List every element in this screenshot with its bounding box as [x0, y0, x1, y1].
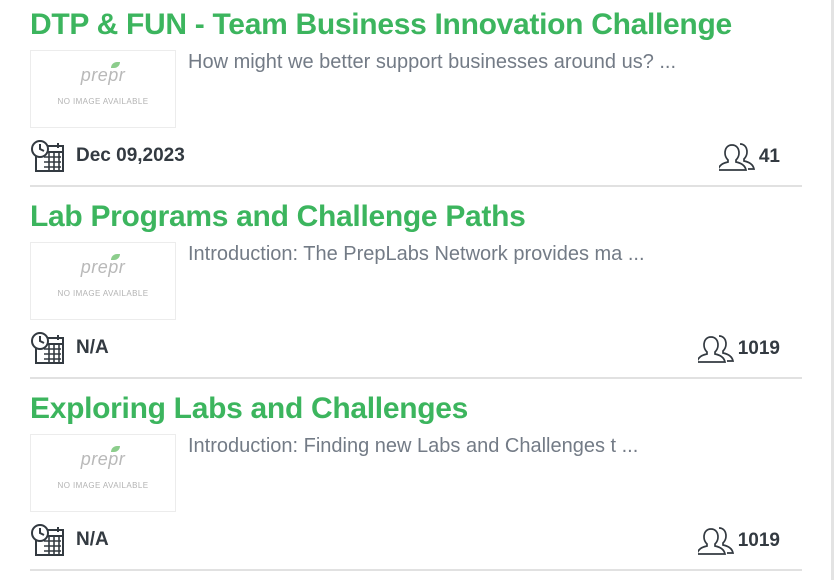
- calendar-clock-icon: [30, 330, 66, 366]
- challenge-title[interactable]: Exploring Labs and Challenges: [30, 390, 468, 428]
- date-text: N/A: [76, 529, 109, 550]
- challenge-description: How might we better support businesses a…: [188, 51, 677, 73]
- users-icon: [697, 525, 734, 557]
- calendar-clock-icon: [30, 522, 66, 558]
- challenge-thumbnail[interactable]: prepr NO IMAGE AVAILABLE: [30, 434, 176, 512]
- challenge-card: Exploring Labs and Challenges prepr NO I…: [30, 384, 802, 576]
- challenge-date: N/A: [30, 330, 109, 366]
- participant-count: 1019: [697, 524, 780, 558]
- challenge-date: N/A: [30, 522, 109, 558]
- thumbnail-logo: prepr: [80, 65, 126, 85]
- participant-count-text: 1019: [737, 338, 780, 359]
- thumbnail-caption: NO IMAGE AVAILABLE: [57, 289, 149, 298]
- thumbnail-caption: NO IMAGE AVAILABLE: [57, 97, 149, 106]
- date-text: Dec 09,2023: [76, 145, 185, 166]
- challenge-title[interactable]: Lab Programs and Challenge Paths: [30, 198, 526, 236]
- challenge-description: Introduction: Finding new Labs and Chall…: [188, 435, 639, 457]
- challenge-card: DTP & FUN - Team Business Innovation Cha…: [30, 0, 802, 192]
- date-text: N/A: [76, 337, 109, 358]
- divider: [30, 185, 802, 187]
- participant-count-text: 41: [758, 146, 780, 167]
- challenge-thumbnail[interactable]: prepr NO IMAGE AVAILABLE: [30, 50, 176, 128]
- challenge-title[interactable]: DTP & FUN - Team Business Innovation Cha…: [30, 6, 732, 44]
- thumbnail-caption: NO IMAGE AVAILABLE: [57, 481, 149, 490]
- participant-count: 1019: [697, 332, 780, 366]
- participant-count: 41: [718, 140, 780, 174]
- calendar-clock-icon: [30, 138, 66, 174]
- divider: [30, 569, 802, 571]
- participant-count-text: 1019: [737, 530, 780, 551]
- users-icon: [718, 141, 755, 173]
- challenge-description: Introduction: The PrepLabs Network provi…: [188, 243, 645, 265]
- challenge-date: Dec 09,2023: [30, 138, 185, 174]
- users-icon: [697, 333, 734, 365]
- thumbnail-logo: prepr: [80, 449, 126, 469]
- divider: [30, 377, 802, 379]
- thumbnail-logo: prepr: [80, 257, 126, 277]
- challenge-thumbnail[interactable]: prepr NO IMAGE AVAILABLE: [30, 242, 176, 320]
- challenge-card: Lab Programs and Challenge Paths prepr N…: [30, 192, 802, 384]
- challenge-list: DTP & FUN - Team Business Innovation Cha…: [30, 0, 802, 576]
